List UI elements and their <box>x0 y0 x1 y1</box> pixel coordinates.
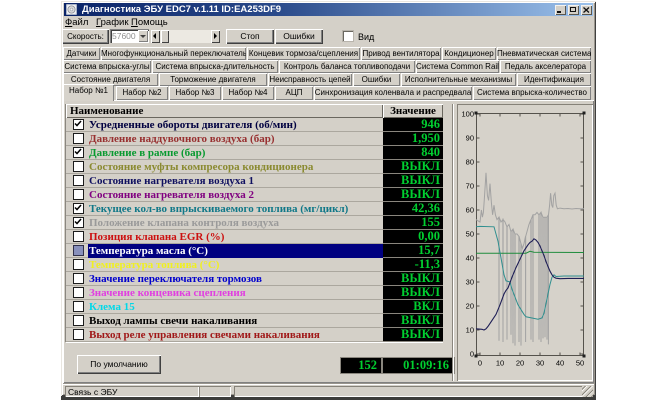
svg-text:80: 80 <box>466 158 474 167</box>
svg-text:90: 90 <box>466 134 474 143</box>
svg-text:30: 30 <box>536 359 544 368</box>
svg-text:70: 70 <box>466 182 474 191</box>
svg-text:20: 20 <box>466 302 474 311</box>
svg-text:0: 0 <box>470 350 474 359</box>
svg-text:50: 50 <box>576 359 584 368</box>
svg-text:20: 20 <box>516 359 524 368</box>
svg-text:50: 50 <box>466 230 474 239</box>
svg-text:10: 10 <box>466 326 474 335</box>
svg-text:60: 60 <box>466 206 474 215</box>
svg-text:30: 30 <box>466 278 474 287</box>
svg-text:10: 10 <box>496 359 504 368</box>
svg-text:0: 0 <box>478 359 482 368</box>
svg-text:40: 40 <box>556 359 564 368</box>
svg-text:100: 100 <box>461 110 474 119</box>
svg-text:40: 40 <box>466 254 474 263</box>
